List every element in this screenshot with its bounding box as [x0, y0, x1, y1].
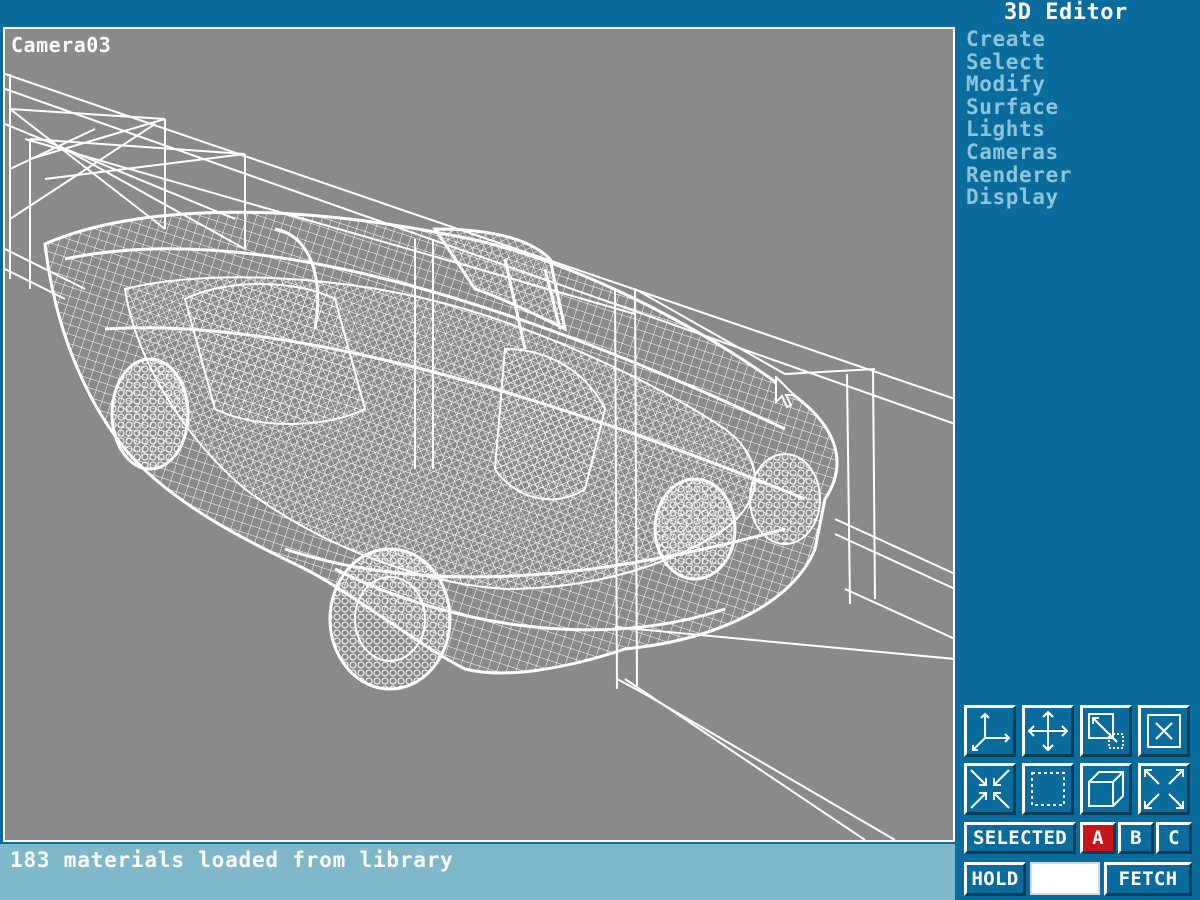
menu-item-modify[interactable]: Modify [966, 73, 1072, 96]
status-message: 183 materials loaded from library [10, 848, 454, 872]
zoom-window-button[interactable] [1080, 705, 1132, 757]
status-bar: 183 materials loaded from library [0, 844, 955, 900]
wireframe-car-model [5, 73, 953, 840]
main-menu: Create Select Modify Surface Lights Came… [966, 28, 1072, 209]
axis-tripod-button[interactable] [964, 705, 1016, 757]
close-x-icon [1147, 714, 1181, 748]
menu-item-cameras[interactable]: Cameras [966, 141, 1072, 164]
editor-title: 3D Editor [1004, 0, 1128, 25]
pan-icon [1027, 710, 1069, 752]
menu-item-create[interactable]: Create [966, 28, 1072, 51]
menu-item-renderer[interactable]: Renderer [966, 163, 1072, 187]
selected-button[interactable]: SELECTED [964, 822, 1076, 854]
menu-item-select[interactable]: Select [966, 50, 1072, 74]
camera-viewport[interactable]: Camera03 [3, 27, 955, 842]
zoom-extents-button[interactable] [1138, 763, 1190, 815]
menu-item-surface[interactable]: Surface [966, 96, 1072, 119]
viewport-label: Camera03 [11, 33, 112, 57]
hold-fetch-indicator [1030, 862, 1100, 895]
zoom-extents-icon [1144, 769, 1184, 809]
axis-tripod-icon [972, 712, 1011, 751]
zoom-region-button[interactable] [1022, 763, 1074, 815]
selection-set-a-button[interactable]: A [1080, 822, 1116, 854]
hold-button[interactable]: HOLD [964, 862, 1026, 896]
fetch-button[interactable]: FETCH [1104, 862, 1192, 896]
zoom-in-icon [970, 769, 1010, 809]
zoom-in-button[interactable] [964, 763, 1016, 815]
selection-set-b-button[interactable]: B [1118, 822, 1154, 854]
zoom-window-icon [1088, 713, 1124, 749]
close-view-button[interactable] [1138, 705, 1190, 757]
zoom-region-icon [1031, 772, 1065, 806]
pan-button[interactable] [1022, 705, 1074, 757]
menu-item-display[interactable]: Display [966, 186, 1072, 209]
menu-item-lights[interactable]: Lights [966, 118, 1072, 141]
box-icon [1088, 771, 1124, 807]
box-view-button[interactable] [1080, 763, 1132, 815]
mouse-cursor-icon [775, 376, 797, 409]
selection-set-c-button[interactable]: C [1156, 822, 1192, 854]
